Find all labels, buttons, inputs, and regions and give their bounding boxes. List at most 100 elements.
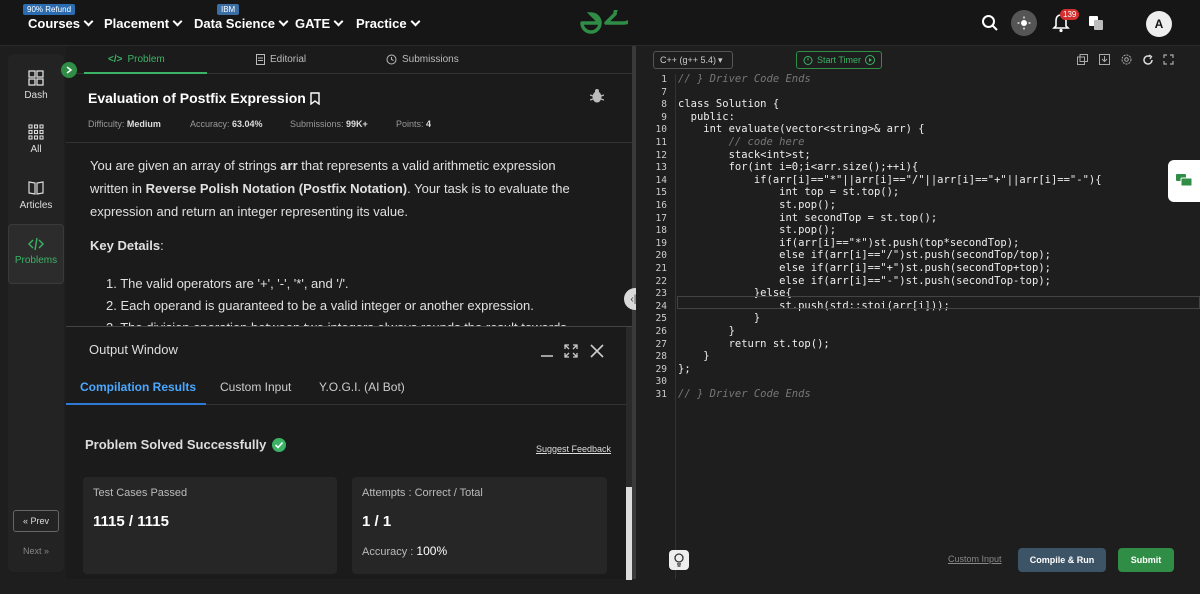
translate-icon[interactable] [1088, 15, 1104, 31]
nav-placement[interactable]: Placement [104, 16, 183, 31]
code-area[interactable]: 1 7 8 9 10 11 12 13 14 15 16 17 18 19 20 21 22 23 24 25 26 27… [636, 73, 1200, 594]
nav-placement-label: Placement [104, 16, 170, 31]
code-icon [28, 237, 44, 251]
close-icon[interactable] [590, 344, 604, 358]
avatar[interactable]: A [1146, 11, 1172, 37]
test-cases-value: 1115 / 1115 [93, 513, 169, 530]
desc-text: You are given an array of strings [90, 158, 281, 173]
suggest-feedback-link[interactable]: Suggest Feedback [536, 444, 611, 454]
nav-gate[interactable]: GATE [295, 16, 344, 31]
code-line[interactable]: } [678, 325, 735, 337]
expand-icon[interactable] [564, 344, 578, 358]
chat-icon [1176, 174, 1192, 187]
compile-run-button[interactable]: Compile & Run [1018, 548, 1106, 572]
result-status: Problem Solved Successfully [85, 437, 287, 452]
attempts-card: Attempts : Correct / Total 1 / 1 Accurac… [352, 477, 607, 574]
submissions-meta: Submissions: 99K+ [290, 119, 368, 129]
code-line[interactable]: else if(arr[i]=="/")st.push(secondTop/to… [678, 249, 1051, 261]
custom-input-link[interactable]: Custom Input [948, 554, 1002, 564]
tab-editorial[interactable]: Editorial [256, 54, 306, 65]
gfg-logo[interactable] [578, 10, 628, 36]
settings-gear-icon[interactable] [1121, 54, 1132, 65]
reset-icon[interactable] [1142, 54, 1154, 66]
code-line[interactable]: // code here [678, 136, 805, 148]
code-line[interactable]: int top = st.top(); [678, 186, 899, 198]
submissions-value: 99K+ [346, 119, 368, 129]
prev-button[interactable]: « Prev [13, 510, 59, 532]
language-select[interactable]: C++ (g++ 5.4) ▾ [653, 51, 733, 69]
book-icon [28, 181, 44, 195]
bookmark-icon[interactable] [310, 91, 320, 105]
collapse-sidebar-button[interactable] [61, 62, 77, 78]
code-line[interactable]: if(arr[i]=="*"||arr[i]=="/"||arr[i]=="+"… [678, 174, 1102, 186]
start-timer-button[interactable]: Start Timer [796, 51, 882, 69]
line-number: 10 [655, 124, 667, 136]
play-icon [865, 55, 875, 65]
code-line[interactable]: st.pop(); [678, 224, 836, 236]
code-line[interactable]: else if(arr[i]=="-")st.push(secondTop-to… [678, 275, 1051, 287]
code-line[interactable]: stack<int>st; [678, 149, 811, 161]
list-item: 2. Each operand is guaranteed to be a va… [106, 298, 534, 313]
code-line[interactable]: }; [678, 363, 691, 375]
hint-lightbulb-button[interactable] [669, 550, 689, 570]
tab-compilation-results[interactable]: Compilation Results [80, 380, 196, 394]
code-line[interactable]: class Solution { [678, 98, 779, 110]
tab-submissions[interactable]: Submissions [386, 54, 459, 65]
line-number: 12 [655, 149, 667, 161]
tab-problem[interactable]: </> Problem [108, 54, 165, 65]
attempts-label: Attempts : Correct / Total [362, 487, 483, 499]
submit-button[interactable]: Submit [1118, 548, 1174, 572]
code-line[interactable]: } [678, 312, 760, 324]
sidebar-item-problems-label: Problems [14, 255, 58, 266]
line-number: 8 [661, 99, 667, 111]
output-window-title: Output Window [89, 342, 178, 357]
chat-button[interactable] [1168, 160, 1200, 202]
line-number: 21 [655, 263, 667, 274]
code-line[interactable]: for(int i=0;i<arr.size();++i){ [678, 161, 919, 173]
minimize-icon[interactable] [540, 347, 554, 357]
tab-submissions-label: Submissions [402, 54, 459, 65]
tab-custom-input[interactable]: Custom Input [220, 380, 291, 394]
code-line[interactable]: int evaluate(vector<string>& arr) { [678, 123, 924, 135]
language-label: C++ (g++ 5.4) [660, 55, 717, 65]
code-line[interactable]: public: [678, 111, 735, 123]
line-number: 28 [655, 351, 667, 363]
download-icon[interactable] [1099, 54, 1110, 65]
code-line[interactable]: else if(arr[i]=="+")st.push(secondTop+to… [678, 262, 1051, 274]
problem-title: Evaluation of Postfix Expression [88, 90, 320, 106]
code-line[interactable]: if(arr[i]=="*")st.push(top*secondTop); [678, 237, 1019, 249]
desc-rpn: Reverse Polish Notation (Postfix Notatio… [145, 181, 408, 196]
accuracy-meta: Accuracy: 63.04% [190, 119, 263, 129]
copy-icon[interactable] [1077, 54, 1088, 65]
code-line[interactable]: int secondTop = st.top(); [678, 212, 937, 224]
next-button[interactable]: Next » [13, 540, 59, 562]
line-number: 16 [655, 200, 667, 211]
tab-yogi-ai-bot[interactable]: Y.O.G.I. (AI Bot) [319, 380, 405, 394]
bug-report-icon[interactable] [590, 88, 604, 104]
code-line[interactable]: // } Driver Code Ends [678, 388, 811, 400]
line-number: 31 [655, 389, 667, 400]
test-cases-card: Test Cases Passed 1115 / 1115 [83, 477, 337, 574]
theme-toggle-button[interactable] [1011, 10, 1037, 36]
line-number: 30 [655, 376, 667, 388]
code-line[interactable]: st.pop(); [678, 199, 836, 211]
sidebar-item-problems[interactable]: Problems [8, 224, 64, 284]
points-meta: Points: 4 [396, 119, 431, 129]
fullscreen-icon[interactable] [1163, 54, 1174, 65]
sidebar-item-dash[interactable]: Dash [8, 70, 64, 101]
line-number: 29 [655, 363, 667, 375]
sidebar-item-articles[interactable]: Articles [8, 180, 64, 211]
sidebar-item-all[interactable]: All [8, 124, 64, 155]
nav-data-science[interactable]: Data Science [194, 16, 289, 31]
key-details-heading: Key Details: [90, 238, 164, 253]
nav-practice[interactable]: Practice [356, 16, 421, 31]
code-line[interactable]: // } Driver Code Ends [678, 73, 811, 85]
code-line[interactable]: } [678, 350, 709, 362]
nav-courses[interactable]: Courses [28, 16, 94, 31]
line-number: 13 [655, 162, 667, 174]
search-icon[interactable] [981, 14, 999, 32]
submissions-label: Submissions: [290, 119, 344, 129]
problem-description: You are given an array of strings arr th… [90, 154, 580, 223]
code-line[interactable]: return st.top(); [678, 338, 830, 350]
notification-count-badge: 139 [1060, 9, 1080, 20]
